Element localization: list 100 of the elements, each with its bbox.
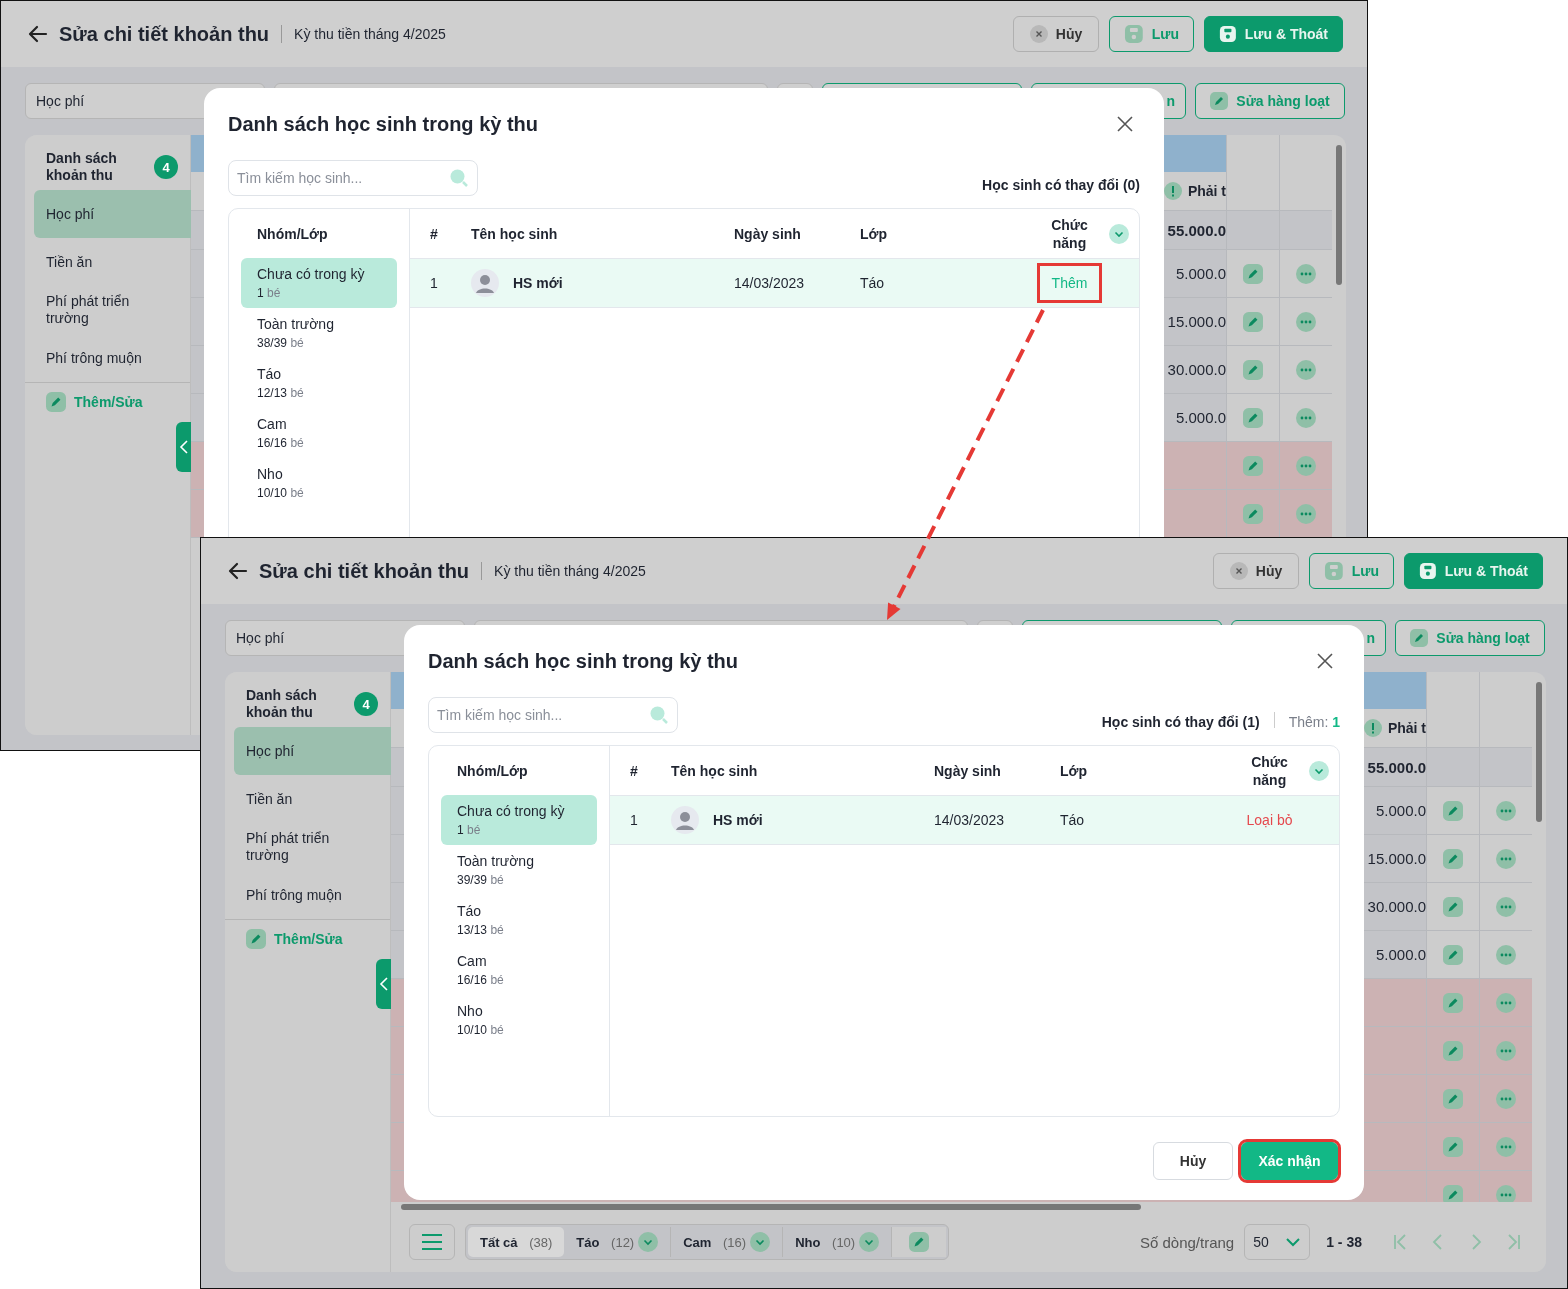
column-header: # bbox=[430, 225, 439, 242]
group-item[interactable]: Nho 10/10 bé bbox=[241, 458, 397, 508]
class-tab[interactable]: Nho (10) bbox=[783, 1227, 893, 1257]
pencil-icon bbox=[1410, 629, 1429, 647]
close-icon[interactable] bbox=[1316, 652, 1334, 670]
pencil-icon bbox=[1210, 92, 1229, 110]
group-item[interactable]: Nho 10/10 bé bbox=[441, 995, 597, 1045]
sidebar-item[interactable]: Học phí bbox=[34, 190, 191, 238]
collapse-tab[interactable] bbox=[176, 422, 192, 472]
more-icon[interactable] bbox=[1296, 263, 1316, 284]
more-icon[interactable] bbox=[1496, 992, 1516, 1013]
sidebar-item[interactable]: Phí trông muộn bbox=[34, 334, 165, 382]
edit-icon[interactable] bbox=[1443, 1136, 1463, 1157]
dropdown-icon[interactable] bbox=[1309, 761, 1329, 781]
edit-icon[interactable] bbox=[1443, 848, 1463, 869]
more-icon[interactable] bbox=[1496, 896, 1516, 917]
rows-per-page-label: Số dòng/trang bbox=[1139, 1233, 1235, 1251]
more-icon[interactable] bbox=[1496, 1184, 1516, 1202]
group-item[interactable]: Chưa có trong kỳ 1 bé bbox=[441, 795, 597, 845]
menu-button[interactable] bbox=[409, 1224, 455, 1260]
sidebar-item[interactable]: Phí trông muộn bbox=[234, 871, 365, 919]
birth-date: 14/03/2023 bbox=[734, 275, 806, 291]
edit-icon[interactable] bbox=[1243, 407, 1263, 428]
amount-cell: 5.000.0 bbox=[1175, 409, 1226, 426]
column-header: Tên học sinh bbox=[471, 225, 559, 242]
sidebar-item[interactable]: Tiền ăn bbox=[234, 775, 365, 823]
group-item[interactable]: Táo 13/13 bé bbox=[441, 895, 597, 945]
back-arrow-icon[interactable] bbox=[227, 560, 249, 582]
search-field[interactable]: Tìm kiếm học sinh... bbox=[428, 697, 678, 733]
chevron-down-icon bbox=[1285, 1237, 1302, 1247]
more-icon[interactable] bbox=[1296, 503, 1316, 524]
sidebar-title: Danh sách khoản thu bbox=[246, 687, 318, 721]
total-cell: 55.000.0 bbox=[1167, 221, 1226, 239]
row-number: 1 bbox=[430, 275, 439, 291]
floppy-icon bbox=[1124, 24, 1144, 44]
amount-cell: 15.000.0 bbox=[1367, 850, 1426, 867]
floppy-icon bbox=[1219, 24, 1237, 44]
more-icon[interactable] bbox=[1296, 455, 1316, 476]
class-tab[interactable]: Táo (12) bbox=[564, 1227, 672, 1257]
group-item[interactable]: Toàn trường 39/39 bé bbox=[441, 845, 597, 895]
more-icon[interactable] bbox=[1296, 407, 1316, 428]
amount-cell: 15.000.0 bbox=[1167, 313, 1226, 330]
floppy-icon bbox=[1419, 561, 1437, 581]
cancel-button[interactable]: Hủy bbox=[1013, 16, 1099, 52]
close-icon bbox=[1229, 562, 1248, 580]
edit-icon[interactable] bbox=[1443, 944, 1463, 965]
class-tab[interactable]: Cam (16) bbox=[671, 1227, 784, 1257]
period-label: Kỳ thu tiền tháng 4/2025 bbox=[294, 26, 446, 42]
more-icon[interactable] bbox=[1496, 800, 1516, 821]
more-icon[interactable] bbox=[1496, 1088, 1516, 1109]
last-page-icon[interactable] bbox=[1506, 1233, 1522, 1251]
edit-icon[interactable] bbox=[1443, 1184, 1463, 1202]
group-item[interactable]: Toàn trường 38/39 bé bbox=[241, 308, 397, 358]
cancel-button[interactable]: Hủy bbox=[1213, 553, 1299, 589]
page-range: 1 - 38 bbox=[1326, 1234, 1362, 1250]
edit-icon[interactable] bbox=[1443, 992, 1463, 1013]
edit-icon[interactable] bbox=[1243, 455, 1263, 476]
chevron-left-icon bbox=[379, 976, 389, 992]
edit-icon[interactable] bbox=[1443, 1088, 1463, 1109]
pencil-icon bbox=[46, 392, 66, 412]
more-icon[interactable] bbox=[1296, 359, 1316, 380]
more-icon[interactable] bbox=[1296, 311, 1316, 332]
edit-icon[interactable] bbox=[1443, 1040, 1463, 1061]
more-icon[interactable] bbox=[1496, 1136, 1516, 1157]
sidebar-item[interactable]: Tiền ăn bbox=[34, 238, 165, 286]
chevron-left-icon bbox=[179, 439, 189, 455]
edit-icon[interactable] bbox=[1243, 359, 1263, 380]
group-item[interactable]: Chưa có trong kỳ 1 bé bbox=[241, 258, 397, 308]
sidebar-item[interactable]: Phí phát triển trường bbox=[34, 286, 165, 334]
back-arrow-icon[interactable] bbox=[27, 23, 49, 45]
row-number: 1 bbox=[630, 812, 639, 828]
dropdown-icon[interactable] bbox=[1109, 224, 1129, 244]
class-tab[interactable]: Tất cả (38) bbox=[468, 1227, 565, 1257]
edit-icon[interactable] bbox=[1243, 311, 1263, 332]
close-icon[interactable] bbox=[1116, 115, 1134, 133]
edit-tabs-button[interactable] bbox=[892, 1227, 947, 1257]
student-name: HS mới bbox=[513, 275, 563, 291]
avatar-icon bbox=[471, 269, 499, 297]
edit-icon[interactable] bbox=[1243, 503, 1263, 524]
count-badge: 4 bbox=[154, 155, 178, 179]
collapse-tab[interactable] bbox=[376, 959, 392, 1009]
page-title: Sửa chi tiết khoản thu bbox=[259, 559, 470, 583]
more-icon[interactable] bbox=[1496, 848, 1516, 869]
more-icon[interactable] bbox=[1496, 1040, 1516, 1061]
search-field[interactable]: Tìm kiếm học sinh... bbox=[228, 160, 478, 196]
cancel-button[interactable]: Hủy bbox=[1153, 1142, 1233, 1180]
sidebar-item[interactable]: Phí phát triển trường bbox=[234, 823, 365, 871]
row-action-link[interactable]: Loại bỏ bbox=[1231, 800, 1308, 840]
column-header: Nhóm/Lớp bbox=[256, 224, 329, 244]
edit-icon[interactable] bbox=[1443, 800, 1463, 821]
edit-icon[interactable] bbox=[1443, 896, 1463, 917]
group-item[interactable]: Cam 16/16 bé bbox=[241, 408, 397, 458]
sidebar-item[interactable]: Học phí bbox=[234, 727, 391, 775]
group-item[interactable]: Táo 12/13 bé bbox=[241, 358, 397, 408]
page-size-select[interactable]: 50 bbox=[1244, 1224, 1311, 1260]
group-item[interactable]: Cam 16/16 bé bbox=[441, 945, 597, 995]
total-cell: 55.000.0 bbox=[1367, 758, 1426, 776]
more-icon[interactable] bbox=[1496, 944, 1516, 965]
first-page-icon[interactable] bbox=[1392, 1233, 1408, 1251]
edit-icon[interactable] bbox=[1243, 263, 1263, 284]
